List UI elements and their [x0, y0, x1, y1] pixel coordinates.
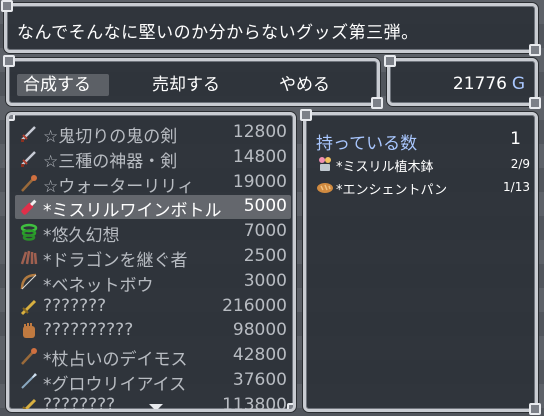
material-name: *ミスリル植木鉢	[336, 160, 434, 175]
item-price: 14800	[232, 146, 287, 167]
bow-icon	[19, 272, 39, 292]
owned-count-value: 1	[510, 129, 521, 149]
item-price: 42800	[232, 345, 287, 366]
item-row[interactable]: *悠久幻想 7000	[15, 220, 291, 247]
flower-pot-icon	[316, 155, 334, 173]
help-window: なんでそんなに堅いのか分からないグッズ第三弾。	[1, 0, 541, 56]
staff-icon	[19, 173, 39, 193]
item-name: *ベネットボウ	[43, 275, 154, 296]
command-window: 合成する 売却する やめる	[3, 55, 383, 109]
item-price: 2500	[243, 246, 287, 266]
spear-icon	[19, 371, 39, 391]
item-name: ☆ウォーターリリィ	[43, 176, 195, 197]
gauntlet-icon	[19, 321, 39, 341]
item-row[interactable]: ☆三種の神器・剣 14800	[15, 146, 291, 172]
item-row[interactable]: *ミスリルワインボトル 5000	[15, 195, 291, 222]
item-name: ????????	[43, 394, 116, 412]
item-price: 98000	[232, 320, 287, 341]
owned-count-label: 持っている数	[316, 134, 418, 154]
item-row[interactable]: ☆鬼切りの鬼の剣 12800	[15, 121, 291, 147]
item-row[interactable]: ???????? 113800	[15, 394, 291, 412]
item-name: *杖占いのデイモス	[43, 350, 188, 371]
item-name: ???????	[43, 295, 107, 316]
item-row[interactable]: ☆ウォーターリリィ 19000	[15, 171, 291, 197]
item-list-window[interactable]: ☆鬼切りの鬼の剣 12800 ☆三種の神器・剣 14800 ☆ウォーターリリィ 19000…	[6, 112, 296, 412]
green-ring-icon	[19, 222, 39, 242]
command-sell-button[interactable]: 売却する	[152, 74, 220, 96]
gold-sword-icon	[19, 297, 39, 317]
wine-bottle-icon	[19, 197, 39, 217]
item-row[interactable]: ?????????? 98000	[15, 319, 291, 343]
item-row[interactable]: *杖占いのデイモス 42800	[15, 344, 291, 371]
item-row[interactable]: *グロウリイアイス 37600	[15, 369, 291, 395]
gold-unit: G	[511, 74, 525, 94]
sword-icon	[19, 123, 39, 143]
item-name: *悠久幻想	[43, 226, 120, 247]
item-price: 216000	[222, 295, 287, 316]
item-price: 5000	[243, 196, 287, 217]
item-name: ☆鬼切りの鬼の剣	[43, 127, 178, 147]
item-price: 37600	[232, 370, 287, 390]
item-row[interactable]: *ドラゴンを継ぐ者 2500	[15, 245, 291, 271]
material-quantity: 1/13	[503, 180, 530, 194]
help-text: なんでそんなに堅いのか分からないグッズ第三弾。	[17, 23, 419, 43]
item-name: *グロウリイアイス	[43, 375, 187, 395]
item-row[interactable]: *ベネットボウ 3000	[15, 270, 291, 296]
item-price: 113800	[222, 394, 287, 412]
material-row: *ミスリル植木鉢 2/9	[316, 155, 530, 175]
item-name: ??????????	[43, 320, 134, 341]
item-price: 3000	[243, 270, 287, 291]
status-window: 持っている数 1 *ミスリル植木鉢 2/9 *エンシェントパン 1/13	[300, 109, 541, 415]
sword-icon	[19, 148, 39, 168]
gold-amount: 21776	[452, 74, 507, 94]
item-price: 19000	[232, 171, 287, 192]
item-row[interactable]: ??????? 216000	[15, 295, 291, 319]
scroll-down-arrow-icon[interactable]	[149, 404, 163, 409]
gold-window: 21776 G	[384, 55, 541, 109]
item-price: 12800	[232, 122, 287, 142]
gold-sword-icon	[19, 396, 39, 409]
item-name: *ドラゴンを継ぐ者	[43, 251, 188, 271]
material-row: *エンシェントパン 1/13	[316, 178, 530, 198]
command-synthesize-button[interactable]: 合成する	[17, 74, 109, 96]
material-quantity: 2/9	[510, 157, 530, 171]
command-cancel-button[interactable]: やめる	[279, 74, 330, 96]
claw-icon	[19, 247, 39, 267]
item-price: 7000	[243, 221, 287, 242]
item-name: *ミスリルワインボトル	[43, 201, 222, 222]
material-name: *エンシェントパン	[336, 183, 448, 198]
staff-icon	[19, 346, 39, 366]
bread-icon	[316, 178, 334, 196]
item-name: ☆三種の神器・剣	[43, 151, 178, 172]
